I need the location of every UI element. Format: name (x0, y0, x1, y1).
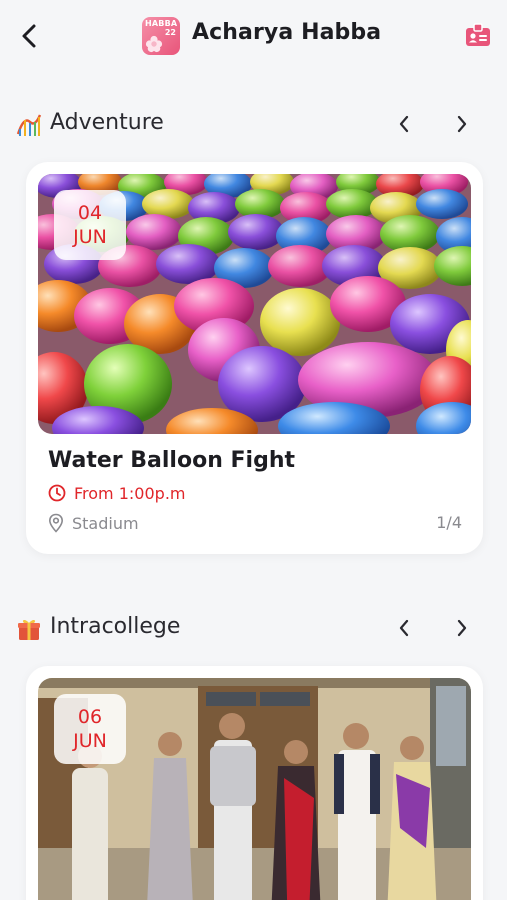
event-time: From 1:00p.m (48, 482, 185, 504)
person-3 (210, 713, 256, 900)
event-image: 04 JUN (38, 174, 471, 434)
chevron-left-icon (399, 619, 409, 637)
date-day: 04 (77, 202, 103, 224)
date-day: 06 (77, 706, 103, 728)
next-button[interactable] (448, 110, 476, 138)
flower-icon (145, 35, 163, 53)
roller-coaster-icon (16, 114, 42, 136)
next-button[interactable] (448, 614, 476, 642)
date-badge: 06 JUN (54, 694, 126, 764)
chevron-right-icon (457, 115, 467, 133)
gift-icon (18, 619, 40, 640)
back-button[interactable] (14, 20, 44, 52)
event-location: Stadium (48, 512, 139, 534)
event-card[interactable]: 04 JUN Water Balloon Fight From 1:00p.m … (26, 162, 483, 554)
card-pager: 1/4 (436, 513, 462, 532)
section-title: Intracollege (50, 614, 181, 639)
event-title: Water Balloon Fight (48, 448, 296, 473)
logo-text: HABBA (145, 19, 178, 28)
section-header-intracollege: Intracollege (16, 610, 491, 646)
date-month: JUN (73, 226, 107, 248)
previous-button[interactable] (390, 614, 418, 642)
date-month: JUN (73, 730, 107, 752)
chevron-right-icon (457, 619, 467, 637)
event-image: 06 JUN (38, 678, 471, 900)
chevron-left-icon (399, 115, 409, 133)
chevron-left-icon (22, 24, 36, 48)
logo-year: 22 (164, 28, 176, 37)
date-badge: 04 JUN (54, 190, 126, 260)
previous-button[interactable] (390, 110, 418, 138)
app-logo: HABBA 22 (142, 17, 180, 55)
event-location-text: Stadium (72, 513, 139, 533)
event-card[interactable]: 06 JUN (26, 666, 483, 900)
section-header-adventure: Adventure (16, 106, 491, 142)
id-card-button[interactable] (464, 22, 492, 50)
event-time-text: From 1:00p.m (74, 483, 186, 503)
app-title: Acharya Habba (192, 20, 382, 45)
location-pin-icon (48, 513, 64, 533)
app-header: HABBA 22 Acharya Habba (0, 0, 507, 72)
section-title: Adventure (50, 110, 164, 135)
id-badge-icon (466, 23, 490, 46)
clock-icon (48, 484, 66, 502)
